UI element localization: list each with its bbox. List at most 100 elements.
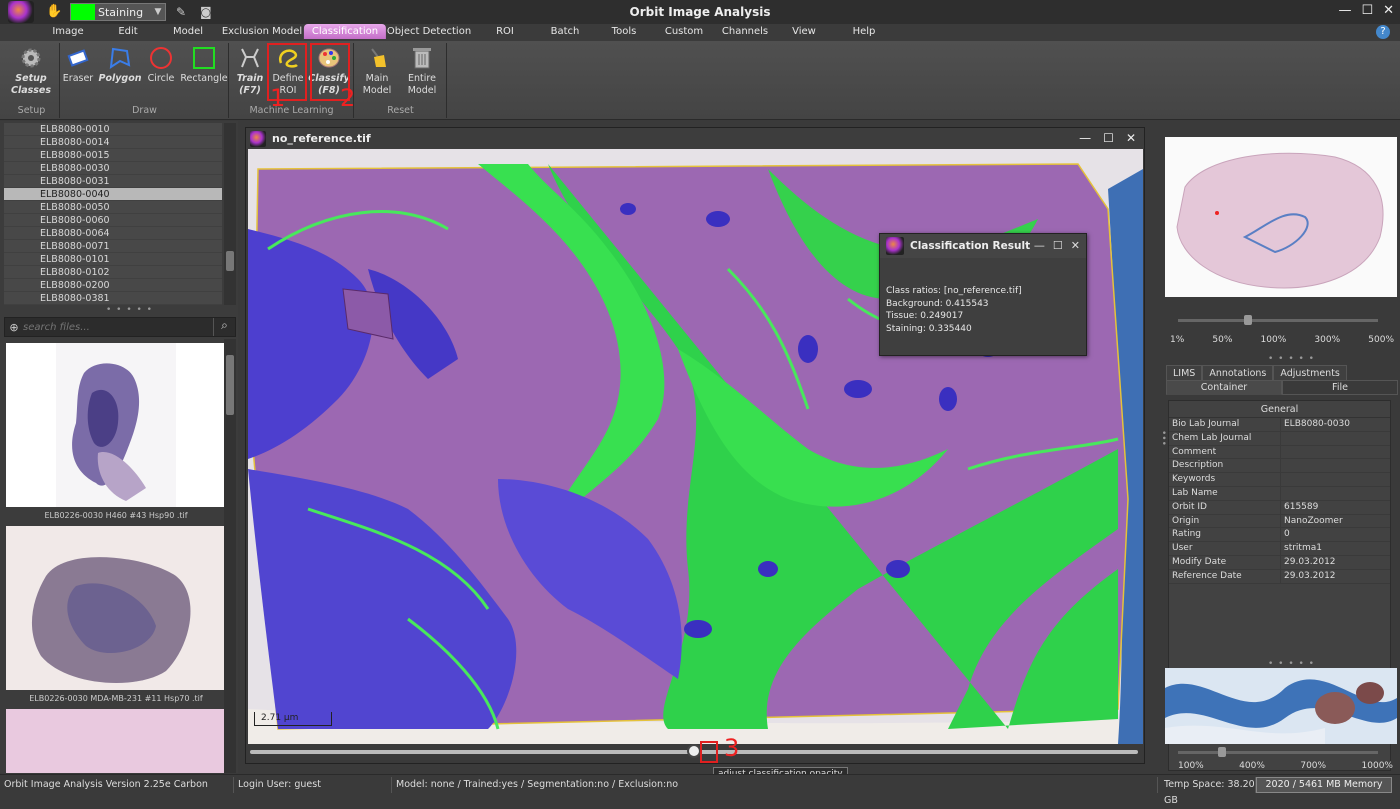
file-list-item[interactable]: ELB8080-0050 — [4, 201, 222, 214]
right-splitter-handle[interactable]: • • • • • — [1268, 354, 1315, 364]
property-value[interactable] — [1281, 473, 1390, 486]
search-input[interactable] — [23, 321, 213, 333]
minimize-icon[interactable]: — — [1338, 3, 1351, 18]
property-value[interactable]: 0 — [1281, 528, 1390, 541]
close-icon[interactable]: ✕ — [1383, 3, 1394, 18]
tab-annotations[interactable]: Annotations — [1202, 365, 1274, 381]
preview-zoom-knob[interactable] — [1218, 747, 1226, 757]
document-maximize-icon[interactable]: ☐ — [1103, 131, 1114, 145]
overview-zoom-slider[interactable] — [1178, 319, 1378, 322]
chevron-down-icon[interactable]: ▼ — [151, 7, 165, 17]
property-row[interactable]: Comment — [1169, 445, 1390, 460]
property-value[interactable]: stritma1 — [1281, 542, 1390, 555]
eraser-button[interactable]: Eraser — [55, 45, 101, 85]
thumbnail-scrollbar[interactable] — [224, 339, 236, 773]
setup-classes-button[interactable]: Setup Classes — [8, 45, 54, 97]
help-icon[interactable]: ? — [1376, 25, 1390, 39]
file-list-item[interactable]: ELB8080-0064 — [4, 227, 222, 240]
menu-roi[interactable]: ROI — [496, 26, 514, 37]
menu-help[interactable]: Help — [853, 26, 876, 37]
menu-model[interactable]: Model — [173, 26, 203, 37]
file-list-scrollbar[interactable] — [224, 123, 236, 305]
property-row[interactable]: Lab Name — [1169, 486, 1390, 501]
splitter-handle[interactable]: • • • • • — [106, 305, 153, 315]
staining-select[interactable]: Staining ▼ — [70, 3, 166, 21]
dialog-minimize-icon[interactable]: — — [1034, 239, 1045, 252]
overview-image[interactable] — [1165, 137, 1397, 297]
property-row[interactable]: User stritma1 — [1169, 542, 1390, 556]
property-value[interactable] — [1281, 432, 1390, 445]
menu-object-detection[interactable]: Object Detection — [387, 26, 471, 37]
property-row[interactable]: Bio Lab Journal ELB8080-0030 — [1169, 418, 1390, 432]
property-row[interactable]: Description — [1169, 459, 1390, 474]
thumbnail-3[interactable] — [6, 709, 224, 773]
hand-tool-icon[interactable]: ✋ — [46, 5, 62, 19]
maximize-icon[interactable]: ☐ — [1361, 3, 1373, 18]
thumbnail-1[interactable] — [6, 343, 224, 507]
file-list-item[interactable]: ELB8080-0010 — [4, 123, 222, 136]
property-value[interactable]: NanoZoomer — [1281, 515, 1390, 528]
pipette-icon[interactable]: ✎ — [176, 5, 190, 19]
property-row[interactable]: Rating 0 — [1169, 528, 1390, 543]
right-splitter-vertical-handle[interactable]: ••• — [1158, 430, 1168, 446]
property-row[interactable]: Chem Lab Journal — [1169, 431, 1390, 446]
property-value[interactable] — [1281, 446, 1390, 459]
circle-icon — [150, 47, 172, 69]
dialog-close-icon[interactable]: ✕ — [1071, 239, 1080, 252]
file-list-item[interactable]: ELB8080-0101 — [4, 253, 222, 266]
menu-exclusion-model[interactable]: Exclusion Model — [222, 26, 302, 37]
file-list-item[interactable]: ELB8080-0040 — [4, 188, 222, 201]
property-value[interactable]: 615589 — [1281, 501, 1390, 514]
binoculars-icon[interactable]: ◙ — [200, 5, 214, 19]
property-row[interactable]: Origin NanoZoomer — [1169, 514, 1390, 529]
main-model-button[interactable]: Main Model — [354, 45, 400, 97]
property-value[interactable] — [1281, 459, 1390, 472]
property-value[interactable] — [1281, 487, 1390, 500]
menu-edit[interactable]: Edit — [118, 26, 137, 37]
file-list-item[interactable]: ELB8080-0102 — [4, 266, 222, 279]
file-list-item[interactable]: ELB8080-0200 — [4, 279, 222, 292]
subtab-file[interactable]: File — [1282, 380, 1398, 395]
rectangle-button[interactable]: Rectangle — [180, 45, 228, 85]
menu-view[interactable]: View — [792, 26, 816, 37]
file-list-item[interactable]: ELB8080-0014 — [4, 136, 222, 149]
tab-lims[interactable]: LIMS — [1166, 365, 1203, 381]
file-list-item[interactable]: ELB8080-0071 — [4, 240, 222, 253]
property-row[interactable]: Reference Date 29.03.2012 — [1169, 569, 1390, 584]
file-list-item[interactable]: ELB8080-0015 — [4, 149, 222, 162]
file-list-scroll-thumb[interactable] — [226, 251, 234, 271]
preview-image[interactable] — [1165, 668, 1397, 744]
thumbnail-2[interactable] — [6, 526, 224, 690]
property-row[interactable]: Keywords — [1169, 473, 1390, 487]
memory-indicator[interactable]: 2020 / 5461 MB Memory — [1256, 777, 1392, 793]
menu-batch[interactable]: Batch — [551, 26, 580, 37]
menu-tools[interactable]: Tools — [612, 26, 637, 37]
opacity-slider-knob[interactable] — [687, 744, 701, 758]
menu-custom[interactable]: Custom — [665, 26, 703, 37]
tab-adjustments[interactable]: Adjustments — [1273, 365, 1347, 381]
search-icon: ⊕ — [9, 320, 19, 334]
thumbnail-scroll-thumb[interactable] — [226, 355, 234, 415]
dialog-maximize-icon[interactable]: ☐ — [1053, 239, 1063, 252]
file-list-item[interactable]: ELB8080-0031 — [4, 175, 222, 188]
menu-image[interactable]: Image — [52, 26, 83, 37]
document-close-icon[interactable]: ✕ — [1126, 131, 1136, 145]
polygon-button[interactable]: Polygon — [96, 45, 144, 85]
property-value[interactable]: ELB8080-0030 — [1281, 418, 1390, 431]
entire-model-button[interactable]: Entire Model — [399, 45, 445, 97]
file-list-item[interactable]: ELB8080-0060 — [4, 214, 222, 227]
circle-button[interactable]: Circle — [138, 45, 184, 85]
property-value[interactable]: 29.03.2012 — [1281, 570, 1390, 583]
subtab-container[interactable]: Container — [1166, 380, 1282, 395]
file-list-item[interactable]: ELB8080-0030 — [4, 162, 222, 175]
overview-zoom-knob[interactable] — [1244, 315, 1252, 325]
menu-channels[interactable]: Channels — [722, 26, 768, 37]
document-minimize-icon[interactable]: — — [1079, 131, 1091, 145]
search-button-icon[interactable]: ⌕ — [213, 318, 235, 336]
property-row[interactable]: Orbit ID 615589 — [1169, 500, 1390, 515]
property-row[interactable]: Modify Date 29.03.2012 — [1169, 555, 1390, 570]
preview-zoom-slider[interactable] — [1178, 751, 1378, 754]
property-value[interactable]: 29.03.2012 — [1281, 556, 1390, 569]
file-list-item[interactable]: ELB8080-0381 — [4, 292, 222, 305]
menu-classification[interactable]: Classification — [303, 24, 387, 39]
